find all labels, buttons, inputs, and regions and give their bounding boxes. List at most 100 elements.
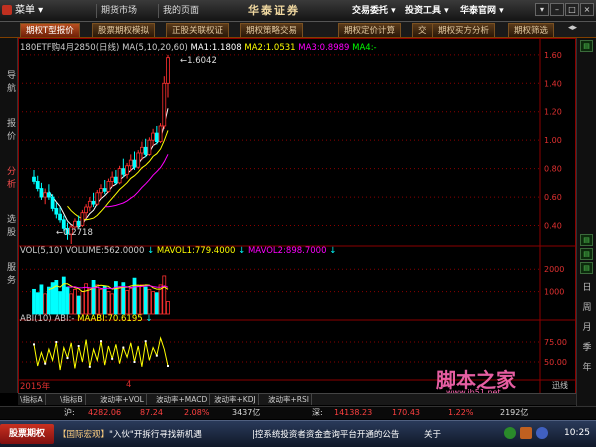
kline-chart[interactable]: 1.60 1.40 1.20 1.00 0.80 0.60 0.40 2000 1000 75.0…	[18, 38, 576, 397]
volume-bar	[151, 291, 156, 315]
toolbar-button[interactable]: ▤	[580, 40, 593, 52]
candle-body	[128, 159, 133, 167]
main-menu-button[interactable]: 菜单 ▾	[2, 3, 52, 19]
sidebar-item-label: 选股	[5, 214, 15, 240]
candle-body	[136, 152, 141, 168]
tab-trade-short[interactable]: 交	[412, 23, 433, 37]
nav-my-page-label: 我的页面	[163, 6, 200, 16]
function-tab-bar: 期权T型报价 股票期权模拟 正股关联权证 期权策略交易 期权定价计算 交 期权买…	[0, 22, 596, 38]
tab-warrant[interactable]: 正股关联权证	[166, 23, 230, 37]
volume-bar	[73, 288, 77, 315]
arrow-down-icon: ↓	[145, 314, 153, 324]
period-day[interactable]: 日	[581, 280, 593, 293]
minimize-button[interactable]: –	[550, 3, 564, 16]
tab-pricing[interactable]: 期权定价计算	[338, 23, 402, 37]
abi-header: ABI(10) ABI:- MAABI:70.6195 ↓	[20, 314, 153, 324]
tab-label: 交	[418, 26, 427, 36]
abi-marker	[66, 357, 69, 359]
close-button[interactable]: ×	[580, 3, 594, 16]
candle-body	[140, 146, 144, 154]
news-headline: "入伙"开拆行寻找新机遇	[109, 430, 202, 440]
volume-bar	[132, 277, 137, 315]
sh-amount: 3437亿	[232, 408, 261, 417]
period-quarter[interactable]: 季	[581, 340, 593, 353]
abi-marker	[33, 343, 35, 346]
sidebar-item-service[interactable]: 服务	[3, 262, 15, 293]
sz-label: 深:	[312, 408, 323, 417]
start-button[interactable]: 股票期权	[0, 424, 54, 444]
price-tick-label: 0.40	[544, 222, 562, 231]
tab-screener[interactable]: 期权筛选	[508, 23, 555, 37]
period-year[interactable]: 年	[581, 360, 593, 373]
nav-futures-market[interactable]: 期货市场	[96, 4, 141, 18]
abi-marker	[155, 354, 158, 357]
dropdown-button[interactable]: ▾	[535, 3, 549, 16]
volume-bar	[113, 281, 118, 315]
sidebar-item-analysis[interactable]: 分析	[3, 166, 15, 197]
sidebar-item-nav[interactable]: 导航	[3, 70, 15, 101]
ma2-value: MA2:1.0531	[244, 43, 296, 53]
candle-body	[158, 125, 163, 143]
volume-bar	[102, 285, 107, 315]
nav-futures-market-label: 期货市场	[101, 6, 138, 16]
title-bar: 菜单 ▾ 期货市场 我的页面 华泰证券 交易委托 ▾ 投资工具 ▾ 华泰官网 ▾…	[0, 0, 596, 22]
indicator-tab[interactable]: \指标B	[58, 394, 86, 405]
candle-body	[73, 220, 77, 228]
sz-change: 170.43	[392, 408, 420, 417]
maximize-button[interactable]: □	[565, 3, 579, 16]
sidebar-item-quote[interactable]: 报价	[3, 118, 15, 149]
volume-bar	[125, 290, 129, 315]
news-ticker[interactable]: 【国际宏观】"入伙"开拆行寻找新机遇	[58, 428, 202, 440]
tab-t-quote[interactable]: 期权T型报价	[20, 23, 80, 37]
volume-bar	[154, 292, 159, 315]
about-link[interactable]: 关于	[424, 428, 441, 440]
sidebar-item-label: 服务	[5, 262, 15, 288]
candle-body	[132, 159, 137, 168]
volume-bar	[65, 286, 70, 315]
toolbar-button[interactable]: ▤	[580, 234, 593, 246]
volume-bar	[166, 301, 170, 315]
candle-body	[32, 176, 36, 182]
announcement-text: |控系统投资者资金查询平台开通的公告	[252, 430, 400, 440]
menu-tools[interactable]: 投资工具 ▾	[405, 4, 449, 18]
sidebar-item-select[interactable]: 选股	[3, 214, 15, 245]
brand-logo: 华泰证券	[248, 3, 338, 19]
tray-app-icon[interactable]	[520, 427, 532, 439]
period-month[interactable]: 月	[581, 320, 593, 333]
candle-body	[91, 200, 96, 205]
menu-website[interactable]: 华泰官网 ▾	[460, 4, 504, 18]
toolbar-button[interactable]: ▤	[580, 248, 593, 260]
menu-trade-label: 交易委托	[352, 6, 389, 16]
indicator-tab[interactable]: 波动率+RSI	[266, 394, 312, 405]
period-week[interactable]: 周	[581, 300, 593, 313]
indicator-tab[interactable]: 波动率+VOL	[98, 394, 147, 405]
tab-buyer-analysis[interactable]: 期权买方分析	[432, 23, 496, 37]
kline-chart-svg: 1.60 1.40 1.20 1.00 0.80 0.60 0.40 2000 1000 75.0…	[18, 38, 576, 394]
volume-bar	[99, 288, 103, 315]
tab-label: 期权T型报价	[26, 26, 74, 36]
network-icon[interactable]	[504, 427, 516, 439]
year-label: 2015年	[20, 382, 51, 392]
toolbar-button[interactable]: ▤	[580, 262, 593, 274]
clock: 10:25	[564, 428, 590, 438]
abi-title: ABI(10)	[20, 314, 52, 324]
volume-icon[interactable]	[536, 427, 548, 439]
menu-trade[interactable]: 交易委托 ▾	[352, 4, 396, 18]
ma4-value: MA4:-	[352, 43, 377, 53]
candle-body	[95, 192, 100, 205]
announcement[interactable]: |控系统投资者资金查询平台开通的公告	[252, 428, 399, 440]
arrow-down-icon: ↓	[329, 246, 337, 256]
candle-body	[102, 188, 107, 192]
candle-body	[84, 206, 89, 214]
indicator-tab[interactable]: 波动率+KDJ	[212, 394, 259, 405]
sz-pct: 1.22%	[448, 408, 474, 417]
nav-my-page[interactable]: 我的页面	[158, 4, 203, 18]
sh-pct: 2.08%	[184, 408, 210, 417]
tab-option-sim[interactable]: 股票期权模拟	[92, 23, 156, 37]
indicator-tab[interactable]: 波动率+MACD	[154, 394, 211, 405]
abi-marker	[100, 340, 102, 343]
indicator-tab[interactable]: \指标A	[18, 394, 46, 405]
tab-scroll-arrows-icon[interactable]: ◂▸	[568, 23, 577, 33]
indicator-tabs: \指标A \指标B 波动率+VOL 波动率+MACD 波动率+KDJ 波动率+R…	[18, 393, 576, 405]
tab-strategy[interactable]: 期权策略交易	[240, 23, 304, 37]
